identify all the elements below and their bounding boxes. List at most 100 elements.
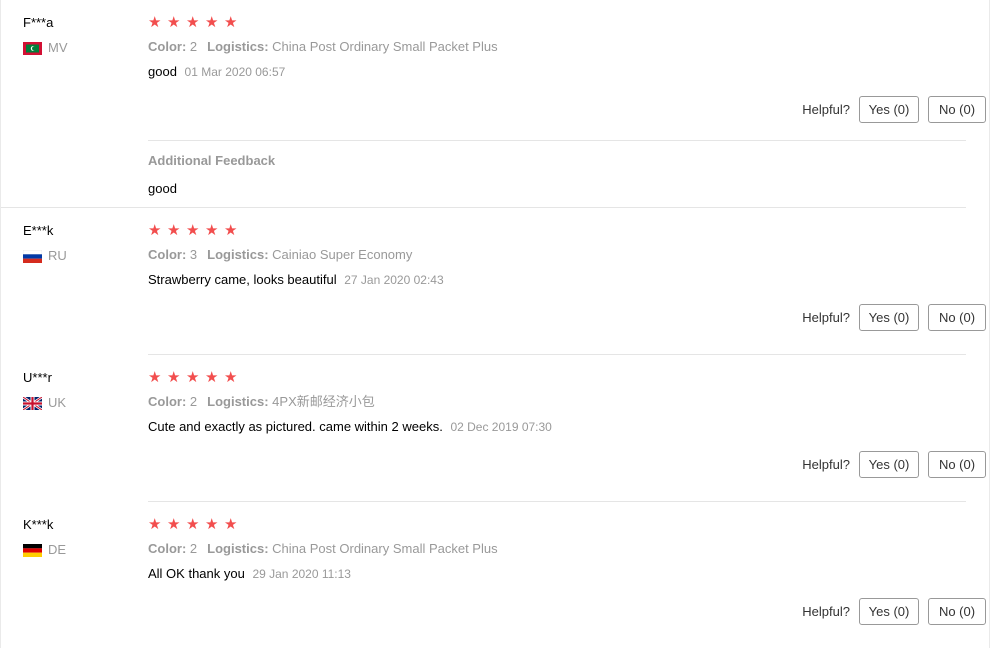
review-content: ★ ★ ★ ★ ★ Color: 2 Logistics: 4PX新邮经济小包 Cute … [148,370,966,435]
helpful-no-button[interactable]: No (0) [928,598,986,625]
divider [148,140,966,141]
order-info: Color: 3 Logistics: Cainiao Super Economy [148,247,412,263]
star-rating: ★ ★ ★ ★ ★ [148,15,966,31]
review-item: F***a MV ★ ★ ★ ★ ★ Color: 2 Logistics: China … [1,15,990,208]
review-date: 29 Jan 2020 11:13 [252,567,351,581]
review-text: All OK thank you [148,566,245,581]
helpful-yes-button[interactable]: Yes (0) [859,451,919,478]
star-icon: ★ [186,516,200,533]
star-rating: ★ ★ ★ ★ ★ [148,517,966,533]
star-icon: ★ [224,222,238,239]
reviewer-info: F***a MV [23,15,68,55]
country-code: DE [48,542,67,557]
reviewer-info: K***k DE [23,517,66,557]
review-date: 01 Mar 2020 06:57 [184,65,286,79]
logistics-value: 4PX新邮经济小包 [272,394,375,409]
star-icon: ★ [224,14,238,31]
star-icon: ★ [205,369,219,386]
review-item: U***r UK ★ ★ ★ ★ ★ Color: 2 Logistics: 4PX新邮经… [1,370,990,500]
country-code: MV [48,40,68,55]
reviewer-country: UK [23,395,66,411]
star-icon: ★ [167,369,181,386]
country-code: UK [48,395,67,410]
star-icon: ★ [205,516,219,533]
logistics-value: China Post Ordinary Small Packet Plus [272,39,498,54]
star-icon: ★ [148,222,162,239]
star-icon: ★ [167,516,181,533]
review-item: E***k RU ★ ★ ★ ★ ★ Color: 3 Logistics: Cainia… [1,223,990,353]
additional-feedback-text: good [148,181,177,196]
reviewer-info: U***r UK [23,370,66,410]
germany-flag-icon [23,543,42,557]
helpful-vote-row: Helpful? Yes (0) No (0) [802,304,986,331]
helpful-vote-row: Helpful? Yes (0) No (0) [802,96,986,123]
review-body: All OK thank you 29 Jan 2020 11:13 [148,566,351,582]
star-icon: ★ [224,516,238,533]
reviews-panel: F***a MV ★ ★ ★ ★ ★ Color: 2 Logistics: China … [0,0,990,648]
review-body: Strawberry came, looks beautiful 27 Jan … [148,272,444,288]
logistics-label: Logistics: [207,541,269,556]
color-value: 2 [189,39,198,54]
uk-flag-icon [23,396,42,410]
logistics-value: Cainiao Super Economy [272,247,413,262]
country-code: RU [48,248,67,263]
star-icon: ★ [186,222,200,239]
review-separator [148,354,966,355]
star-rating: ★ ★ ★ ★ ★ [148,370,966,386]
order-info: Color: 2 Logistics: China Post Ordinary S… [148,541,498,557]
color-value: 3 [189,247,198,262]
review-content: ★ ★ ★ ★ ★ Color: 2 Logistics: China Post Ordi… [148,15,966,80]
review-body: Cute and exactly as pictured. came withi… [148,419,552,435]
helpful-no-button[interactable]: No (0) [928,96,986,123]
review-item: K***k DE ★ ★ ★ ★ ★ Color: 2 Logistics: China … [1,517,990,647]
review-text: Strawberry came, looks beautiful [148,272,337,287]
star-icon: ★ [148,369,162,386]
review-separator [148,501,966,502]
color-label: Color: [148,394,187,409]
review-date: 02 Dec 2019 07:30 [450,420,552,434]
review-text: Cute and exactly as pictured. came withi… [148,419,443,434]
color-value: 2 [189,394,198,409]
reviewer-name: U***r [23,370,52,385]
reviewer-info: E***k RU [23,223,67,263]
helpful-no-button[interactable]: No (0) [928,451,986,478]
logistics-value: China Post Ordinary Small Packet Plus [272,541,498,556]
reviewer-name: K***k [23,517,54,532]
star-icon: ★ [148,14,162,31]
reviewer-name: E***k [23,223,54,238]
star-rating: ★ ★ ★ ★ ★ [148,223,966,239]
maldives-flag-icon [23,41,42,55]
additional-feedback-title: Additional Feedback [148,153,276,168]
helpful-label: Helpful? [802,102,850,117]
star-icon: ★ [167,14,181,31]
star-icon: ★ [167,222,181,239]
helpful-yes-button[interactable]: Yes (0) [859,96,919,123]
star-icon: ★ [186,369,200,386]
star-icon: ★ [224,369,238,386]
reviewer-country: RU [23,248,67,264]
helpful-yes-button[interactable]: Yes (0) [859,304,919,331]
reviewer-country: DE [23,542,66,558]
helpful-vote-row: Helpful? Yes (0) No (0) [802,598,986,625]
star-icon: ★ [205,222,219,239]
color-label: Color: [148,541,187,556]
color-value: 2 [189,541,198,556]
review-text: good [148,64,177,79]
logistics-label: Logistics: [207,39,269,54]
star-icon: ★ [186,14,200,31]
helpful-label: Helpful? [802,457,850,472]
review-date: 27 Jan 2020 02:43 [344,273,444,287]
helpful-label: Helpful? [802,604,850,619]
helpful-yes-button[interactable]: Yes (0) [859,598,919,625]
review-content: ★ ★ ★ ★ ★ Color: 3 Logistics: Cainiao Super E… [148,223,966,288]
star-icon: ★ [148,516,162,533]
review-separator [1,207,966,208]
helpful-label: Helpful? [802,310,850,325]
review-body: good 01 Mar 2020 06:57 [148,64,285,80]
reviewer-name: F***a [23,15,54,30]
logistics-label: Logistics: [207,247,269,262]
order-info: Color: 2 Logistics: 4PX新邮经济小包 [148,394,375,410]
helpful-no-button[interactable]: No (0) [928,304,986,331]
star-icon: ★ [205,14,219,31]
review-content: ★ ★ ★ ★ ★ Color: 2 Logistics: China Post Ordi… [148,517,966,582]
